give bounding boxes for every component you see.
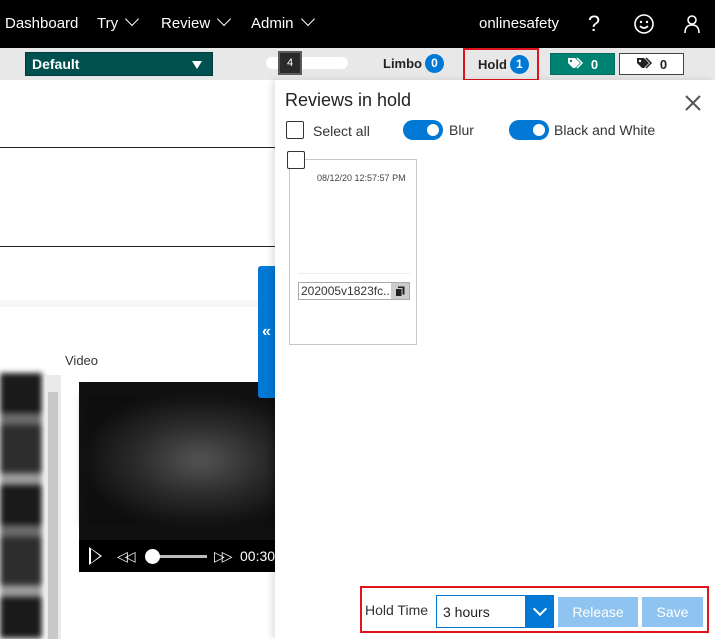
release-button[interactable]: Release: [558, 597, 638, 627]
video-seek-knob[interactable]: [145, 549, 160, 564]
user-name[interactable]: onlinesafety: [479, 0, 559, 48]
chevron-down-icon: [300, 11, 315, 27]
collapse-panel-button[interactable]: «: [258, 266, 275, 398]
tag-icon: [636, 57, 652, 69]
nav-dashboard[interactable]: Dashboard: [5, 0, 78, 48]
video-controls: ◁◁ ▷▷ 00:30: [79, 540, 275, 572]
hold-button[interactable]: Hold 1: [463, 48, 539, 81]
nav-try[interactable]: Try: [97, 0, 140, 48]
nav-admin[interactable]: Admin: [251, 0, 315, 48]
nav-try-label: Try: [97, 15, 119, 32]
reviews-in-hold-panel: Reviews in hold Select all Blur Black an…: [275, 80, 715, 639]
tag-filled-count: 0: [590, 56, 599, 72]
limbo-button[interactable]: Limbo 0: [383, 54, 444, 74]
chevron-down-icon: [217, 11, 232, 27]
chevron-down-icon[interactable]: [525, 595, 554, 628]
select-all-label: Select all: [313, 123, 370, 139]
black-and-white-toggle[interactable]: [509, 120, 549, 140]
close-icon[interactable]: [683, 93, 703, 113]
tag-outline-count: 0: [659, 56, 668, 72]
double-chevron-left-icon: «: [262, 323, 271, 340]
hold-time-label: Hold Time: [365, 602, 429, 618]
blurred-video-frame: [86, 395, 276, 525]
dropdown-arrow-icon: [192, 61, 202, 69]
nav-review-label: Review: [161, 15, 211, 32]
nav-dashboard-label: Dashboard: [5, 15, 79, 32]
held-review-card[interactable]: 08/12/20 12:57:57 PM 202005v1823fc...: [289, 159, 417, 345]
review-file-name-text: 202005v1823fc...: [301, 284, 394, 298]
nav-review[interactable]: Review: [161, 0, 232, 48]
chevron-down-icon: [125, 11, 140, 27]
fast-forward-icon[interactable]: ▷▷: [214, 548, 232, 565]
top-nav: Dashboard Try Review Admin onlinesafety …: [0, 0, 715, 48]
page-size-slider-knob[interactable]: 4: [278, 51, 302, 75]
tag-filter-filled-button[interactable]: 0: [550, 53, 615, 75]
tag-icon: [567, 57, 583, 69]
hold-count-badge: 1: [509, 55, 529, 74]
video-label: Video: [65, 353, 99, 368]
team-dropdown-value: Default: [32, 56, 80, 72]
smiley-icon[interactable]: [630, 10, 658, 38]
team-dropdown[interactable]: Default: [25, 52, 213, 76]
save-button[interactable]: Save: [642, 597, 703, 627]
rewind-icon[interactable]: ◁◁: [117, 548, 135, 565]
hold-time-value: 3 hours: [443, 604, 490, 620]
blurred-thumbnail-strip: [0, 373, 42, 639]
select-all-checkbox[interactable]: [286, 121, 304, 139]
review-card-checkbox[interactable]: [287, 151, 305, 169]
help-icon[interactable]: ?: [580, 10, 608, 38]
scrollbar-thumb[interactable]: [48, 392, 58, 639]
limbo-label: Limbo: [383, 55, 422, 71]
hold-label: Hold: [478, 56, 507, 72]
tag-filter-outline-button[interactable]: 0: [619, 53, 684, 75]
hold-time-controls: Hold Time 3 hours Release Save: [360, 586, 709, 633]
review-timestamp: 08/12/20 12:57:57 PM: [317, 173, 406, 183]
blur-label: Blur: [449, 122, 474, 138]
video-time: 00:30: [240, 548, 276, 564]
review-file-name: 202005v1823fc...: [298, 282, 410, 300]
blur-toggle[interactable]: [403, 120, 443, 140]
review-thumbnail[interactable]: [298, 190, 410, 274]
divider: [0, 147, 275, 148]
divider: [0, 246, 275, 247]
nav-admin-label: Admin: [251, 15, 294, 32]
panel-title: Reviews in hold: [285, 90, 412, 110]
limbo-count-badge: 0: [425, 54, 444, 73]
black-and-white-label: Black and White: [554, 122, 656, 138]
play-icon[interactable]: [89, 547, 102, 565]
copy-icon[interactable]: [391, 283, 409, 299]
person-icon[interactable]: [678, 10, 706, 38]
